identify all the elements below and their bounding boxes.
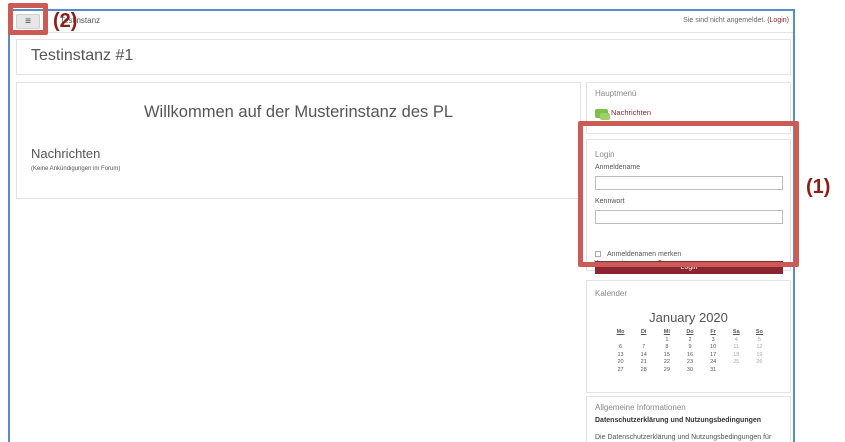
calendar-day <box>748 367 771 375</box>
highlight-box-2 <box>8 3 48 35</box>
calendar-day[interactable]: 31 <box>702 367 725 375</box>
calendar-day[interactable]: 27 <box>609 367 632 375</box>
calendar-day[interactable]: 10 <box>702 344 725 352</box>
callout-label-1: (1) <box>806 176 831 198</box>
calendar-day <box>725 367 748 375</box>
calendar-day[interactable]: 15 <box>655 352 678 360</box>
calendar-day[interactable]: 9 <box>678 344 701 352</box>
calendar-day[interactable]: 2 <box>678 337 701 345</box>
calendar-day[interactable]: 21 <box>632 359 655 367</box>
calendar-day[interactable]: 25 <box>725 359 748 367</box>
info-title: Allgemeine Informationen <box>595 403 686 412</box>
calendar-day[interactable]: 20 <box>609 359 632 367</box>
calendar-day[interactable]: 24 <box>702 359 725 367</box>
login-status: Sie sind nicht angemeldet. (Login) <box>683 17 789 24</box>
calendar-day[interactable]: 16 <box>678 352 701 360</box>
site-header: Testinstanz #1 <box>16 39 791 75</box>
calendar-day[interactable]: 7 <box>632 344 655 352</box>
main-content: Willkommen auf der Musterinstanz des PL … <box>16 82 581 199</box>
privacy-heading[interactable]: Datenschutzerklärung und Nutzungsbedingu… <box>595 417 785 426</box>
calendar-day <box>609 337 632 345</box>
calendar-grid: Mo Di Mi Do Fr Sa So 1 2 3 4 5 6 7 8 9 10 11 12 13 14 15 16 17 1… <box>609 329 771 374</box>
calendar-day[interactable]: 14 <box>632 352 655 360</box>
main-menu-news-label: Nachrichten <box>611 108 652 117</box>
news-empty-notice: (Keine Ankündigungen im Forum) <box>31 166 121 172</box>
calendar-block: Kalender January 2020 Mo Di Mi Do Fr Sa So 1 2 3 4… <box>586 280 791 393</box>
calendar-day[interactable]: 23 <box>678 359 701 367</box>
calendar-day[interactable]: 18 <box>725 352 748 360</box>
calendar-day[interactable]: 3 <box>702 337 725 345</box>
calendar-weekday: Fr <box>710 329 716 335</box>
calendar-weekday: Do <box>686 329 694 335</box>
calendar-weekday: Mo <box>616 329 625 335</box>
main-menu-news-link[interactable]: Nachrichten <box>595 108 652 120</box>
calendar-weekday: So <box>755 329 763 335</box>
calendar-month: January 2020 <box>649 310 728 325</box>
calendar-day[interactable]: 1 <box>655 337 678 345</box>
top-navbar: ≡ Testinstanz Sie sind nicht angemeldet.… <box>10 11 793 33</box>
calendar-day[interactable]: 8 <box>655 344 678 352</box>
calendar-weekday: Mi <box>663 329 670 335</box>
privacy-text: Die Datenschutzerklärung und Nutzungsbed… <box>595 434 772 441</box>
calendar-day[interactable]: 6 <box>609 344 632 352</box>
news-heading: Nachrichten <box>31 146 101 161</box>
welcome-heading: Willkommen auf der Musterinstanz des PL <box>143 103 454 121</box>
highlight-box-1 <box>578 121 799 267</box>
calendar-day[interactable]: 13 <box>609 352 632 360</box>
calendar-day[interactable]: 19 <box>748 352 771 360</box>
calendar-weekday: Di <box>640 329 647 335</box>
calendar-day[interactable]: 12 <box>748 344 771 352</box>
login-status-text: Sie sind nicht angemeldet. <box>683 17 768 24</box>
main-menu-title: Hauptmenü <box>595 89 637 98</box>
calendar-day[interactable]: 5 <box>748 337 771 345</box>
calendar-day <box>632 337 655 345</box>
calendar-day[interactable]: 26 <box>748 359 771 367</box>
callout-label-2: (2) <box>53 10 78 32</box>
calendar-day[interactable]: 28 <box>632 367 655 375</box>
calendar-day[interactable]: 17 <box>702 352 725 360</box>
info-block: Allgemeine Informationen Datenschutzerkl… <box>586 396 791 442</box>
login-link[interactable]: (Login) <box>767 17 789 24</box>
page-title: Testinstanz #1 <box>31 47 134 64</box>
calendar-day[interactable]: 29 <box>655 367 678 375</box>
calendar-day[interactable]: 22 <box>655 359 678 367</box>
calendar-day[interactable]: 4 <box>725 337 748 345</box>
calendar-title: Kalender <box>595 289 628 298</box>
chat-icon <box>595 108 610 120</box>
calendar-day[interactable]: 11 <box>725 344 748 352</box>
calendar-day[interactable]: 30 <box>678 367 701 375</box>
calendar-weekday: Sa <box>732 329 740 335</box>
